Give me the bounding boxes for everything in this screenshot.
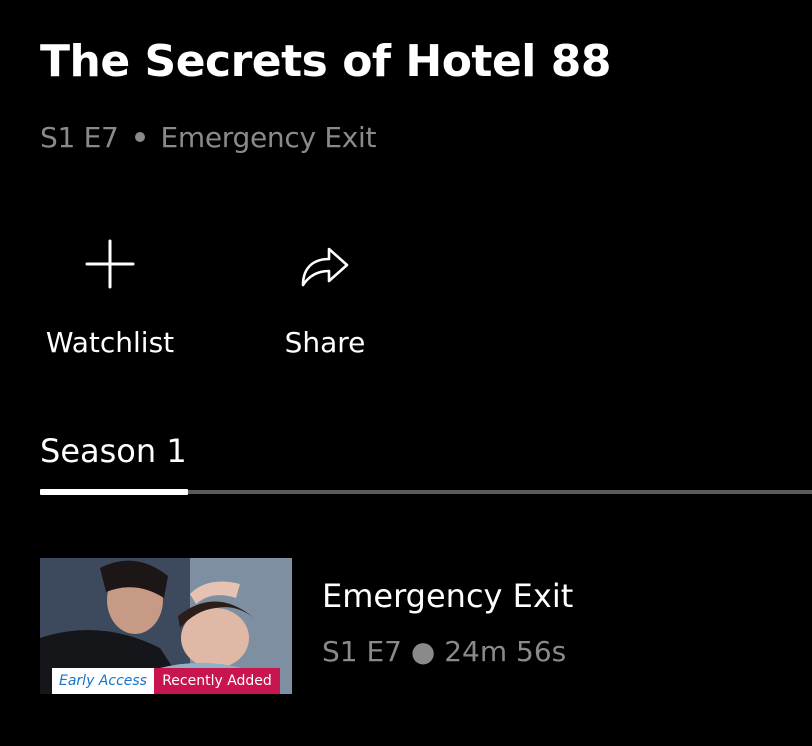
episode-code: S1 E7 bbox=[40, 121, 119, 154]
episode-code: S1 E7 bbox=[322, 635, 402, 668]
watchlist-label: Watchlist bbox=[45, 326, 175, 359]
episode-name: Emergency Exit bbox=[160, 121, 377, 154]
watchlist-button[interactable]: Watchlist bbox=[40, 238, 180, 360]
share-label: Share bbox=[284, 326, 366, 359]
episode-list-item[interactable]: Early Access Recently Added Emergency Ex… bbox=[40, 558, 800, 694]
separator-dot bbox=[134, 132, 145, 142]
episode-meta: S1 E7 ● 24m 56s bbox=[322, 635, 567, 668]
episode-thumbnail[interactable]: Early Access Recently Added bbox=[40, 558, 292, 694]
current-episode-info: S1 E7 Emergency Exit bbox=[40, 120, 376, 156]
share-arrow-icon bbox=[280, 238, 370, 294]
episode-duration: 24m 56s bbox=[444, 635, 567, 668]
early-access-badge: Early Access bbox=[52, 668, 154, 694]
share-button[interactable]: Share bbox=[280, 238, 370, 360]
tab-season-1[interactable]: Season 1 bbox=[40, 430, 187, 472]
plus-icon bbox=[40, 238, 180, 294]
recently-added-badge: Recently Added bbox=[154, 668, 280, 694]
show-title: The Secrets of Hotel 88 bbox=[40, 36, 611, 87]
episode-title: Emergency Exit bbox=[322, 577, 574, 615]
tab-active-indicator bbox=[40, 489, 188, 495]
